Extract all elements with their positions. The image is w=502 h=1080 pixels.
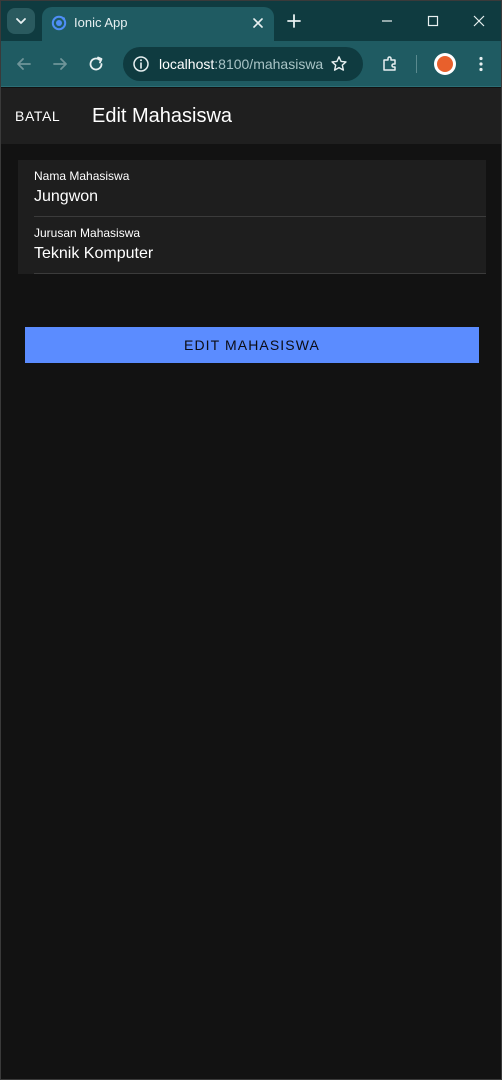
avatar-image <box>437 56 453 72</box>
back-arrow-icon[interactable] <box>14 54 34 74</box>
profile-avatar[interactable] <box>434 53 456 75</box>
browser-window: Ionic App localhost:8100/mahasiswa BATAL… <box>0 0 502 1080</box>
browser-tab[interactable]: Ionic App <box>42 7 274 41</box>
nama-label: Nama Mahasiswa <box>34 169 130 183</box>
browser-toolbar: localhost:8100/mahasiswa <box>1 41 501 87</box>
cancel-button[interactable]: BATAL <box>15 108 60 124</box>
chevron-down-icon <box>16 18 26 24</box>
close-window-icon[interactable] <box>471 13 487 29</box>
extensions-puzzle-icon[interactable] <box>380 54 400 74</box>
site-info-icon[interactable] <box>131 54 151 74</box>
jurusan-input[interactable] <box>34 244 464 264</box>
forward-arrow-icon[interactable] <box>50 54 70 74</box>
url-path: :8100/mahasiswa <box>214 56 324 72</box>
url-host: localhost <box>159 56 215 72</box>
reload-icon[interactable] <box>86 54 106 74</box>
bookmark-star-icon[interactable] <box>329 54 349 74</box>
tab-title: Ionic App <box>74 15 128 30</box>
toolbar-divider <box>416 55 417 73</box>
maximize-icon[interactable] <box>425 13 441 29</box>
address-bar[interactable]: localhost:8100/mahasiswa <box>123 47 363 81</box>
jurusan-label: Jurusan Mahasiswa <box>34 226 141 240</box>
page-title: Edit Mahasiswa <box>92 105 233 127</box>
more-menu-icon[interactable] <box>471 54 491 74</box>
form-item-jurusan[interactable]: Jurusan Mahasiswa <box>34 217 486 274</box>
edit-mahasiswa-button[interactable]: EDIT MAHASISWA <box>25 327 479 363</box>
ionic-favicon-icon <box>51 15 67 31</box>
form-item-nama[interactable]: Nama Mahasiswa <box>34 160 486 217</box>
address-url: localhost:8100/mahasiswa <box>159 56 323 72</box>
edit-form-list: Nama Mahasiswa Jurusan Mahasiswa <box>18 160 486 274</box>
tab-search-button[interactable] <box>7 8 35 34</box>
tab-strip: Ionic App <box>1 1 501 41</box>
app-header: BATAL Edit Mahasiswa <box>1 88 501 144</box>
new-tab-icon[interactable] <box>284 11 304 31</box>
close-tab-icon[interactable] <box>250 15 266 31</box>
nama-input[interactable] <box>34 187 464 207</box>
minimize-icon[interactable] <box>379 13 395 29</box>
